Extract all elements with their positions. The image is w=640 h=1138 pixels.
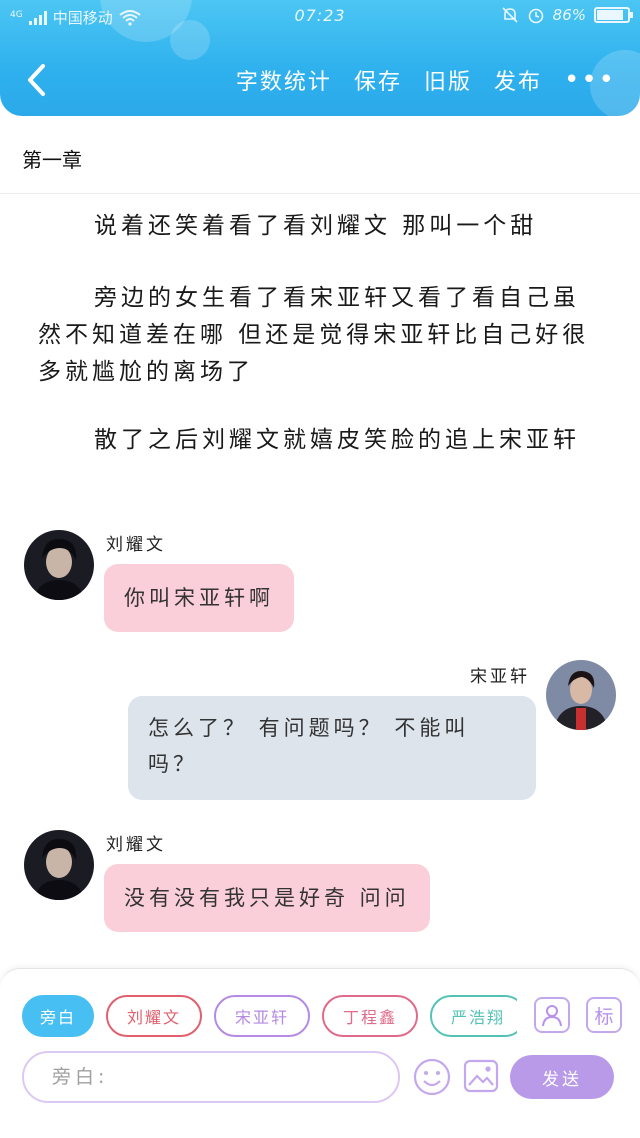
avatar[interactable] [546,660,616,730]
avatar[interactable] [24,530,94,600]
role-chip-ding-chengxin[interactable]: 丁程鑫 [322,995,418,1037]
top-bar: 4G 中国移动 07:23 86% 字数统计 保存 旧版 发布 ••• [0,0,640,116]
role-chip-liu-yaowen[interactable]: 刘耀文 [106,995,202,1037]
battery-percent: 86% [552,6,586,24]
old-version-button[interactable]: 旧版 [424,64,472,96]
role-chip-song-yaxuan[interactable]: 宋亚轩 [214,995,310,1037]
chapter-title[interactable]: 第一章 [22,144,82,173]
chapter-title-bar: 第一章 [0,116,640,194]
speaker-name: 刘耀文 [106,535,166,555]
avatar-photo [24,530,94,600]
character-icon[interactable] [534,997,570,1033]
role-chip-yan-haoxiang[interactable]: 严浩翔 [430,995,517,1037]
message-input[interactable] [22,1051,400,1103]
emoji-icon[interactable] [412,1057,452,1097]
avatar-photo [546,660,616,730]
speaker-name: 刘耀文 [106,835,166,855]
avatar[interactable] [24,830,94,900]
word-count-button[interactable]: 字数统计 [236,64,332,96]
tag-icon[interactable]: 标 [586,997,622,1033]
narration-paragraph[interactable]: 散了之后刘耀文就嬉皮笑脸的追上宋亚轩 [38,422,598,459]
status-bar: 4G 中国移动 07:23 86% [0,0,640,32]
alarm-icon [528,8,543,24]
back-button[interactable] [18,62,54,98]
speaker-name: 宋亚轩 [470,667,530,687]
mute-bell-icon [502,7,518,23]
more-icon[interactable]: ••• [564,67,616,93]
battery-icon [594,7,633,23]
chevron-left-icon [28,64,45,96]
avatar-photo [24,830,94,900]
send-button[interactable]: 发送 [510,1055,614,1099]
narration-paragraph[interactable]: 旁边的女生看了看宋亚轩又看了看自己虽然不知道差在哪 但还是觉得宋亚轩比自己好很多… [38,280,598,391]
narration-paragraph[interactable]: 说着还笑着看了看刘耀文 那叫一个甜 [38,208,598,245]
role-selector: 旁白 刘耀文 宋亚轩 丁程鑫 严浩翔 [22,995,517,1039]
publish-button[interactable]: 发布 [494,64,542,96]
chat-bubble-right[interactable]: 怎么了？ 有问题吗？ 不能叫吗？ [128,696,536,800]
composer-panel: 旁白 刘耀文 宋亚轩 丁程鑫 严浩翔 标 发送 [0,968,640,1138]
battery-fill [597,10,623,20]
chat-bubble-left[interactable]: 你叫宋亚轩啊 [104,564,294,632]
chat-bubble-left[interactable]: 没有没有我只是好奇 问问 [104,864,430,932]
header-actions: 字数统计 保存 旧版 发布 ••• [236,64,616,96]
image-icon[interactable] [462,1057,500,1095]
role-chip-narrator[interactable]: 旁白 [22,995,94,1037]
save-button[interactable]: 保存 [354,64,402,96]
